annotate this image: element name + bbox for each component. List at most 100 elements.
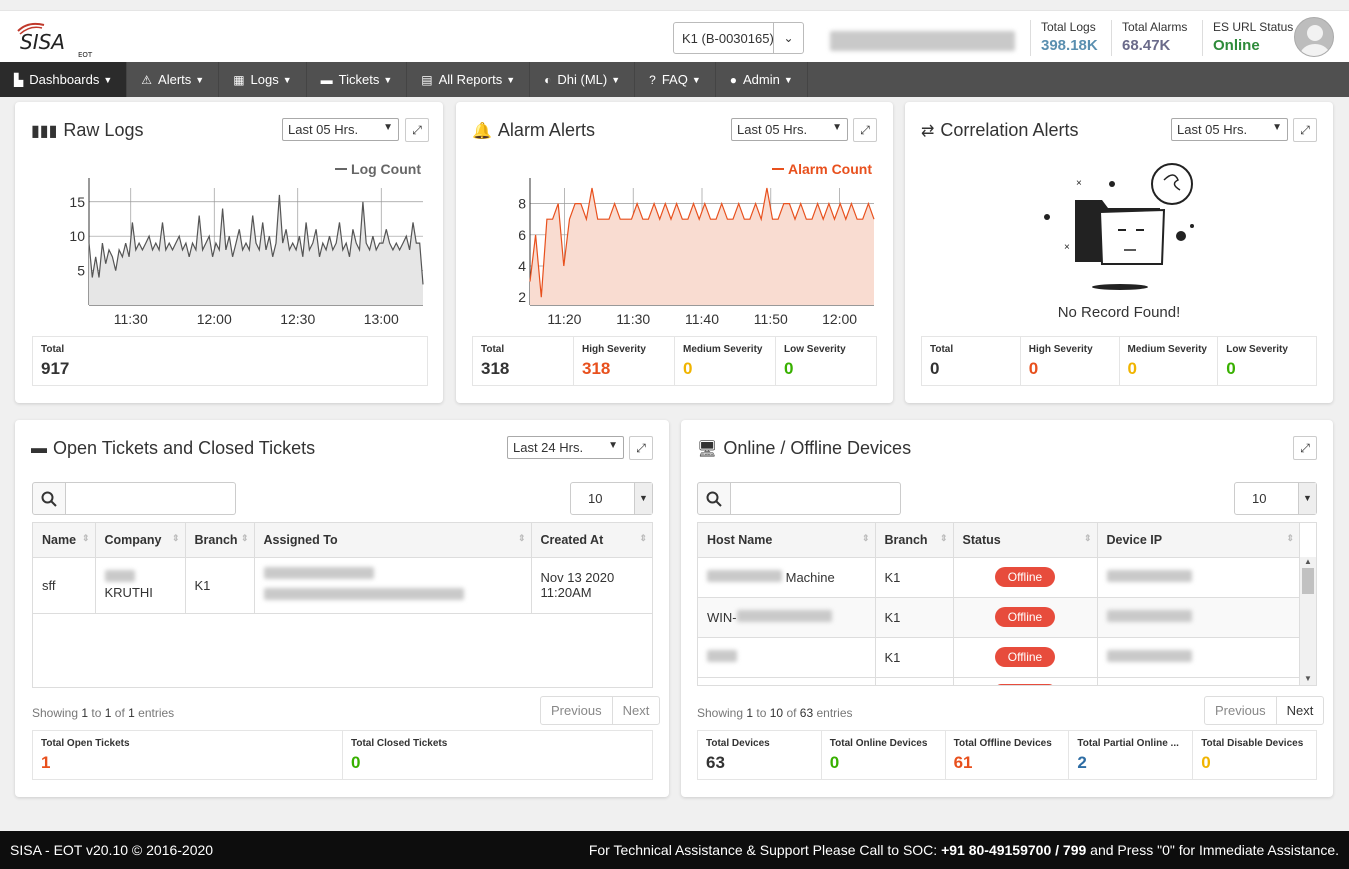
- next-button[interactable]: Next: [1275, 697, 1324, 724]
- column-header-branch[interactable]: Branch ⇕: [185, 523, 255, 558]
- expand-icon[interactable]: ⤢: [1293, 436, 1317, 460]
- nav-admin[interactable]: ● Admin ▼: [716, 62, 808, 97]
- footer-support: For Technical Assistance & Support Pleas…: [588, 842, 1339, 858]
- legend-label: Alarm Count: [788, 161, 872, 177]
- summary-label: Low Severity: [784, 344, 846, 355]
- summary-cell: Total 0: [922, 337, 1021, 385]
- column-header-host-name[interactable]: Host Name ⇕: [698, 523, 876, 558]
- table-row[interactable]: Machine K1 Offline: [698, 557, 1300, 598]
- question-icon: ?: [649, 72, 656, 87]
- cell-status: [953, 677, 1098, 685]
- devices-summary: Total Devices 63 Total Online Devices 0 Tota…: [697, 730, 1317, 780]
- chevron-down-icon: ▼: [282, 74, 292, 85]
- x-tick-label: 13:00: [364, 311, 399, 327]
- scroll-up-icon[interactable]: ▲: [1300, 557, 1316, 566]
- nav-all-reports[interactable]: ▤ All Reports ▼: [407, 62, 531, 97]
- summary-label: Total Closed Tickets: [351, 738, 448, 749]
- column-header-device-ip[interactable]: Device IP ⇕: [1097, 523, 1300, 558]
- search-input[interactable]: [731, 482, 901, 515]
- sisa-logo[interactable]: SISA EOT: [14, 19, 104, 59]
- summary-label: High Severity: [582, 344, 646, 355]
- footer-copyright: SISA - EOT v20.10 © 2016-2020: [10, 842, 214, 858]
- svg-text:EOT: EOT: [78, 51, 93, 59]
- avatar[interactable]: [1294, 17, 1334, 57]
- chevron-down-icon: ▼: [783, 74, 793, 85]
- column-header-branch[interactable]: Branch ⇕: [875, 523, 954, 558]
- nav-alerts[interactable]: ⚠ Alerts ▼: [127, 62, 220, 97]
- alarm-alerts-panel: 🔔 Alarm Alerts Last 05 Hrs. ▼ ⤢ 2 4 6 8 11:20…: [456, 102, 893, 403]
- summary-value: 0: [683, 359, 693, 378]
- summary-cell: Total Offline Devices 61: [946, 731, 1070, 779]
- y-tick-label: 4: [518, 258, 526, 274]
- nav-label: FAQ: [661, 72, 688, 87]
- summary-value: 0: [1028, 359, 1039, 378]
- summary-value: 0: [784, 359, 794, 378]
- company-text: KRUTHI: [104, 585, 153, 600]
- column-header-name[interactable]: Name ⇕: [33, 523, 96, 558]
- search-icon[interactable]: [32, 482, 66, 515]
- shuffle-icon: ⇄: [921, 122, 935, 140]
- column-header-status[interactable]: Status ⇕: [953, 523, 1098, 558]
- summary-value: 2: [1077, 753, 1087, 772]
- column-header-company[interactable]: Company ⇕: [95, 523, 186, 558]
- devices-pagination: Previous Next: [1204, 696, 1325, 725]
- cell-company: KRUTHI: [95, 557, 186, 614]
- search-input[interactable]: [66, 482, 236, 515]
- column-header-created-at[interactable]: Created At ⇕: [531, 523, 652, 558]
- time-range-select[interactable]: Last 05 Hrs. ▼: [1171, 118, 1288, 141]
- nav-logs[interactable]: ▦ Logs ▼: [219, 62, 307, 97]
- user-icon: ●: [729, 72, 738, 87]
- table-row[interactable]: [698, 677, 1300, 685]
- summary-value: 318: [582, 359, 611, 378]
- svg-text:×: ×: [1064, 242, 1070, 253]
- page-size-select[interactable]: 10 ▼: [570, 482, 653, 515]
- column-label: Host Name: [707, 532, 773, 547]
- summary-value: 0: [829, 753, 840, 772]
- previous-button[interactable]: Previous: [541, 697, 612, 724]
- created-date: Nov 13 2020: [540, 570, 615, 585]
- cell-branch: K1: [875, 557, 954, 598]
- time-range-select[interactable]: Last 24 Hrs. ▼: [507, 436, 624, 459]
- devices-title: Online / Offline Devices: [723, 438, 912, 458]
- summary-label: Total Devices: [706, 738, 770, 749]
- summary-cell: Total Online Devices 0: [822, 731, 946, 779]
- search-icon[interactable]: [697, 482, 731, 515]
- scrollbar[interactable]: ▲ ▼: [1299, 557, 1316, 685]
- chevron-down-icon: ▼: [634, 483, 652, 514]
- summary-cell: Medium Severity 0: [675, 337, 776, 385]
- site-select[interactable]: K1 (B-0030165) ⌄: [673, 22, 804, 54]
- previous-button[interactable]: Previous: [1205, 697, 1276, 724]
- y-tick-label: 8: [518, 196, 526, 212]
- scroll-down-icon[interactable]: ▼: [1300, 674, 1316, 683]
- correlation-alerts-panel: ⇄ Correlation Alerts Last 05 Hrs. ▼ ⤢ × × …: [905, 102, 1333, 403]
- summary-cell: Total Open Tickets 1: [33, 731, 343, 779]
- page-size-select[interactable]: 10 ▼: [1234, 482, 1317, 515]
- host-text: Machine: [785, 569, 835, 585]
- summary-value: 0: [351, 753, 361, 772]
- nav-label: Logs: [250, 72, 279, 87]
- nav-tickets[interactable]: ▬ Tickets ▼: [307, 62, 408, 97]
- table-row[interactable]: WIN- K1 Offline: [698, 597, 1300, 638]
- y-tick-label: 5: [77, 263, 85, 279]
- panel-title: ▬ Open Tickets and Closed Tickets: [31, 438, 315, 459]
- stat-value: 68.47K: [1122, 37, 1171, 54]
- table-icon: ▦: [233, 72, 245, 87]
- next-button[interactable]: Next: [611, 697, 660, 724]
- panel-title: ⇄ Correlation Alerts: [921, 120, 1078, 141]
- expand-icon[interactable]: ⤢: [629, 436, 653, 460]
- chevron-down-icon: ▼: [195, 74, 205, 85]
- summary-label: High Severity: [1028, 344, 1093, 355]
- nav-dashboards[interactable]: ▙ Dashboards ▼: [0, 62, 128, 97]
- chevron-down-icon: ▼: [506, 74, 516, 85]
- summary-label: Total Partial Online ...: [1077, 738, 1179, 749]
- nav-dhi-ml[interactable]: ◐ Dhi (ML) ▼: [530, 62, 636, 97]
- table-row[interactable]: K1 Offline: [698, 637, 1300, 678]
- column-header-assigned-to[interactable]: Assigned To ⇕: [254, 523, 532, 558]
- cell-branch: K1: [185, 557, 255, 614]
- nav-faq[interactable]: ? FAQ ▼: [635, 62, 716, 97]
- expand-icon[interactable]: ⤢: [1293, 118, 1317, 142]
- table-row[interactable]: sff KRUTHI K1 Nov 13 2020 11:20AM: [33, 557, 652, 614]
- summary-label: Total: [481, 344, 505, 355]
- scrollbar-thumb[interactable]: [1302, 568, 1314, 594]
- summary-value: 63: [706, 753, 725, 772]
